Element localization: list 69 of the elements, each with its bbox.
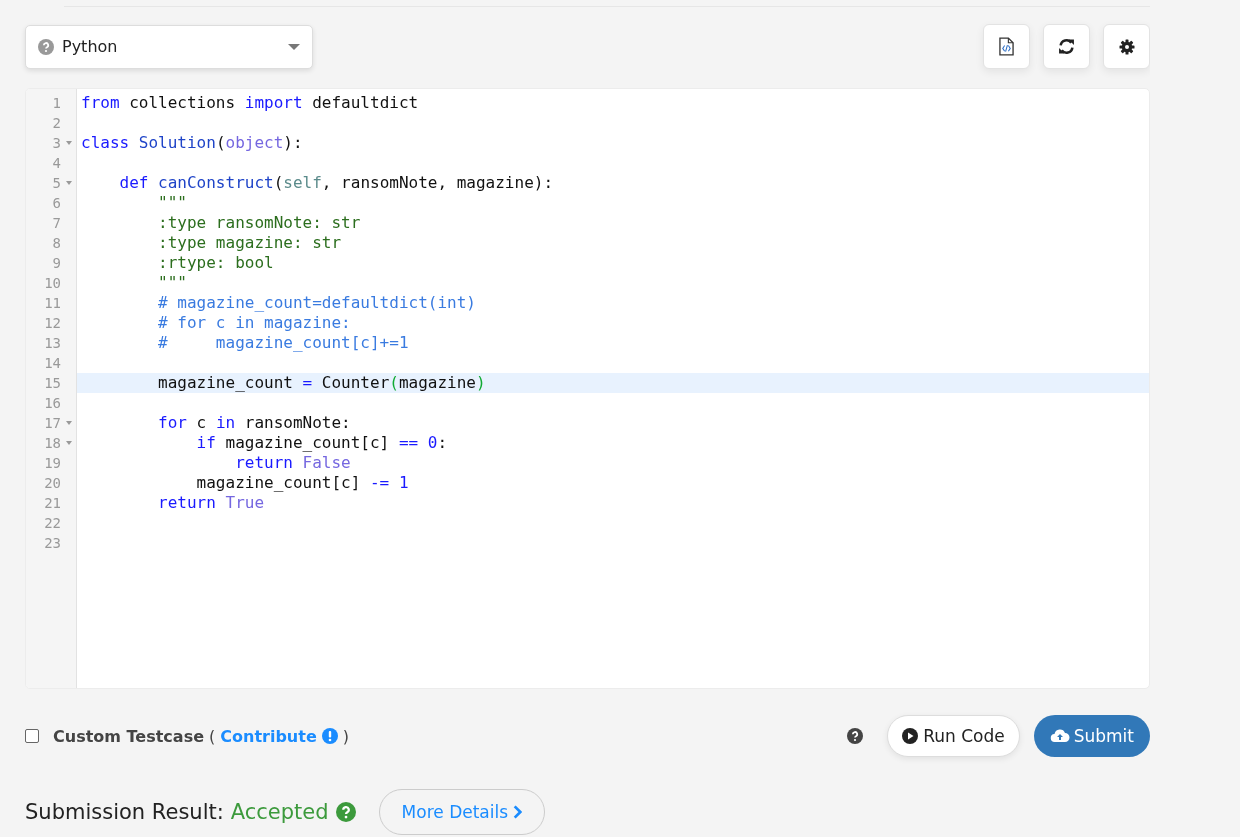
code-line: """: [157, 193, 187, 212]
checkbox-label: Custom Testcase: [53, 726, 204, 746]
custom-testcase-checkbox[interactable]: [25, 729, 39, 743]
code-line: class Solution(object):: [81, 133, 303, 152]
line-number: 10: [44, 274, 61, 293]
code-line: :type magazine: str: [157, 233, 342, 252]
code-line: """: [157, 273, 187, 292]
line-number: 14: [44, 354, 61, 373]
line-number: 22: [44, 514, 61, 533]
fold-arrow-icon[interactable]: [65, 421, 72, 425]
code-line: return False: [234, 453, 351, 472]
code-line: if magazine_count[c] == 0:: [195, 433, 448, 452]
line-number: 18: [44, 434, 61, 453]
chevron-right-icon: [513, 805, 523, 819]
code-line: magazine_count = Counter(magazine): [157, 373, 486, 392]
line-number: 11: [44, 294, 61, 313]
line-number: 6: [52, 194, 61, 213]
info-icon: [321, 728, 338, 744]
line-number: 20: [44, 474, 61, 493]
line-number: 3: [52, 134, 61, 153]
code-line: # for c in magazine:: [157, 313, 351, 332]
help-icon: [335, 802, 356, 822]
line-number: 4: [52, 154, 61, 173]
line-number: 21: [44, 494, 61, 513]
caret-icon: [288, 43, 300, 50]
run-code-button[interactable]: Run Code: [887, 715, 1020, 757]
result-status: Accepted: [230, 800, 329, 824]
play-icon: [902, 728, 919, 744]
submit-button[interactable]: Submit: [1033, 715, 1150, 757]
language-select[interactable]: Python: [25, 24, 313, 69]
code-line: def canConstruct(self, ransomNote, magazine):: [118, 173, 554, 192]
refresh-icon: [1058, 38, 1075, 55]
fold-arrow-icon[interactable]: [65, 441, 72, 445]
line-number: 8: [52, 234, 61, 253]
contribute-link[interactable]: Contribute: [220, 726, 317, 746]
code-file-button[interactable]: [983, 24, 1030, 69]
line-number: 23: [44, 534, 61, 553]
cloud-upload-icon: [1049, 728, 1070, 744]
parenthesis: ): [342, 726, 349, 746]
settings-icon: [1118, 38, 1135, 55]
fold-arrow-icon[interactable]: [65, 141, 72, 145]
code-file-icon: [999, 37, 1014, 56]
code-line: # magazine_count=defaultdict(int): [157, 293, 476, 312]
line-number: 15: [44, 374, 61, 393]
line-number: 12: [44, 314, 61, 333]
fold-arrow-icon[interactable]: [65, 181, 72, 185]
line-number: 7: [52, 214, 61, 233]
code-line: # magazine_count[c]+=1: [157, 333, 409, 352]
parenthesis: (: [209, 726, 216, 746]
help-icon[interactable]: [847, 728, 864, 744]
line-number: 1: [52, 94, 61, 113]
line-number: 9: [52, 254, 61, 273]
code-line: for c in ransomNote:: [157, 413, 351, 432]
help-icon: [38, 38, 54, 55]
code-line: return True: [157, 493, 265, 512]
code-line: :rtype: bool: [157, 253, 274, 272]
code-line: magazine_count[c] -= 1: [195, 473, 409, 492]
language-value: Python: [62, 37, 119, 56]
code-line: :type ransomNote: str: [157, 213, 361, 232]
line-number: 2: [52, 114, 61, 133]
line-number: 19: [44, 454, 61, 473]
result-label: Submission Result:: [25, 800, 224, 824]
line-number: 13: [44, 334, 61, 353]
line-number: 5: [52, 174, 61, 193]
settings-button[interactable]: [1103, 24, 1150, 69]
line-number: 16: [44, 394, 61, 413]
reset-button[interactable]: [1043, 24, 1090, 69]
code-line: from collections import defaultdict: [81, 93, 419, 112]
line-number: 17: [44, 414, 61, 433]
